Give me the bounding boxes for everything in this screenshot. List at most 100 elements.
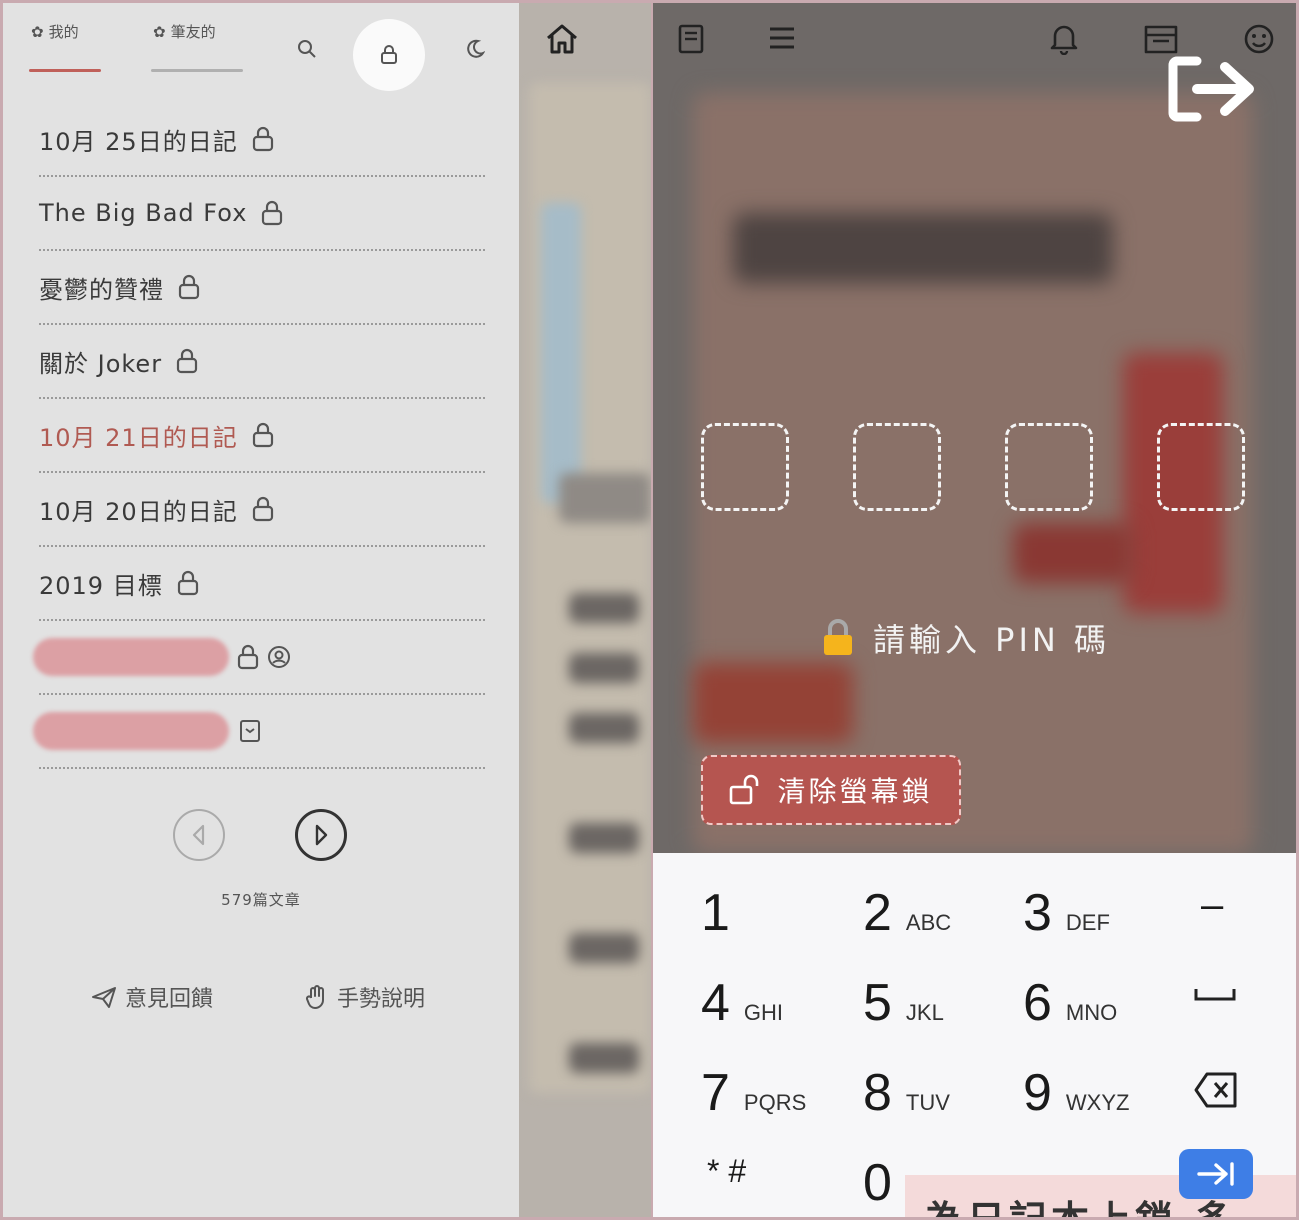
search-icon[interactable]: [297, 39, 317, 64]
tab-friends-label: 筆友的: [170, 23, 216, 41]
list-item[interactable]: 10月 20日的日記: [39, 473, 485, 547]
lock-icon: [252, 496, 273, 522]
lock-icon: [262, 200, 283, 226]
background-shape: [569, 1043, 639, 1073]
unlock-icon: [730, 774, 759, 805]
chevron-right-icon: [315, 824, 328, 846]
key-9[interactable]: 9 WXYZ: [1023, 1063, 1129, 1123]
moon-icon[interactable]: [465, 39, 486, 64]
key-letters: JKL: [905, 1000, 944, 1025]
enter-button[interactable]: [1179, 1149, 1253, 1199]
key-7[interactable]: 7 PQRS: [701, 1063, 806, 1123]
pin-lock-screen: 請輸入 PIN 碼 清除螢幕鎖 1 2 ABC 3 DEF – 4 GHI 5 JKL …: [653, 3, 1296, 1217]
tab-mine[interactable]: ✿ 我的: [31, 21, 79, 42]
pin-prompt-text: 請輸入 PIN 碼: [873, 621, 1111, 659]
diary-title: 關於 Joker: [39, 349, 163, 378]
home-icon[interactable]: [545, 23, 579, 55]
background-shape: [693, 663, 853, 743]
store-icon[interactable]: [1143, 23, 1179, 55]
key-8[interactable]: 8 TUV: [863, 1063, 950, 1123]
next-page-button[interactable]: [295, 809, 347, 861]
numeric-keypad: 1 2 ABC 3 DEF – 4 GHI 5 JKL 6 MNO 7 PQRS 8 TUV …: [653, 853, 1296, 1217]
lock-icon: [177, 570, 198, 596]
list-item[interactable]: 憂鬱的贊禮: [39, 251, 485, 325]
list-item[interactable]: 10月 25日的日記: [39, 103, 485, 177]
key-digit: 6: [1023, 974, 1052, 1032]
pagination: [3, 809, 519, 869]
gesture-help-link[interactable]: 手勢說明: [305, 981, 425, 1013]
diary-title: 憂鬱的贊禮: [39, 275, 164, 304]
background-shape: [1013, 523, 1133, 583]
key-digit: 7: [701, 1064, 730, 1122]
book-icon[interactable]: [677, 23, 705, 55]
list-item-active[interactable]: 10月 21日的日記: [39, 399, 485, 473]
list-item-redacted[interactable]: [33, 695, 485, 769]
pin-digit-box: [1005, 423, 1093, 511]
tab-arrow-icon: [1197, 1162, 1234, 1186]
key-digit: 0: [863, 1154, 892, 1212]
key-dash[interactable]: –: [1201, 883, 1223, 928]
screenshot-frame: ✿ 我的 ✿ 筆友的 10月 25日的日記 The Big Bad Fox 憂鬱…: [3, 3, 1296, 1217]
key-letters: ABC: [905, 910, 952, 935]
tab-friends[interactable]: ✿ 筆友的: [153, 21, 216, 42]
key-4[interactable]: 4 GHI: [701, 973, 783, 1033]
background-shape: [541, 203, 581, 503]
background-shape: [569, 593, 639, 623]
tab-friends-underline: [151, 69, 243, 72]
background-shape: [569, 823, 639, 853]
send-icon: [92, 987, 116, 1008]
key-space[interactable]: [1193, 985, 1237, 1005]
logout-icon[interactable]: [1167, 55, 1259, 123]
key-digit: 3: [1023, 884, 1052, 942]
lock-icon: [252, 422, 273, 448]
key-star-hash[interactable]: * #: [707, 1153, 746, 1190]
feedback-link[interactable]: 意見回饋: [91, 981, 213, 1013]
list-item[interactable]: The Big Bad Fox: [39, 177, 485, 251]
lock-icon: [237, 644, 259, 670]
list-item[interactable]: 2019 目標: [39, 547, 485, 621]
lock-filter-button[interactable]: [353, 19, 425, 91]
tab-mine-label: 我的: [48, 23, 79, 41]
clear-screen-lock-label: 清除螢幕鎖: [777, 775, 933, 808]
background-app-strip: [519, 3, 651, 1217]
note-icon: [240, 720, 260, 742]
background-shape: [569, 653, 639, 683]
diary-title: The Big Bad Fox: [39, 199, 248, 227]
diary-title: 2019 目標: [39, 571, 163, 600]
key-3[interactable]: 3 DEF: [1023, 883, 1110, 943]
background-shape: [733, 213, 1113, 283]
lock-icon: [381, 45, 397, 64]
clear-screen-lock-button[interactable]: 清除螢幕鎖: [701, 755, 961, 825]
key-backspace[interactable]: [1193, 1071, 1239, 1109]
key-digit: 2: [863, 884, 892, 942]
key-letters: WXYZ: [1065, 1090, 1130, 1115]
key-letters: GHI: [743, 1000, 784, 1025]
diary-sidebar: ✿ 我的 ✿ 筆友的 10月 25日的日記 The Big Bad Fox 憂鬱…: [3, 3, 519, 1217]
list-item[interactable]: 關於 Joker: [39, 325, 485, 399]
tab-mine-underline: [29, 69, 101, 72]
list-item-redacted[interactable]: [33, 621, 485, 695]
key-5[interactable]: 5 JKL: [863, 973, 944, 1033]
pin-digit-box: [1157, 423, 1245, 511]
key-6[interactable]: 6 MNO: [1023, 973, 1117, 1033]
redacted-title: [33, 712, 229, 750]
space-icon: [1194, 989, 1236, 1001]
background-shape: [559, 473, 651, 523]
diary-title: 10月 21日的日記: [39, 423, 238, 452]
prev-page-button[interactable]: [173, 809, 225, 861]
feedback-label: 意見回饋: [125, 987, 214, 1012]
key-digit: –: [1201, 883, 1224, 927]
diary-title: 10月 20日的日記: [39, 497, 238, 526]
redacted-title: [33, 638, 229, 676]
smiley-icon[interactable]: [1243, 23, 1275, 55]
key-2[interactable]: 2 ABC: [863, 883, 951, 943]
post-count: 579篇文章: [221, 891, 301, 909]
menu-icon[interactable]: [767, 23, 797, 53]
padlock-icon: [824, 619, 852, 655]
bell-icon[interactable]: [1049, 23, 1079, 55]
key-1[interactable]: 1: [701, 883, 744, 943]
key-digit: * #: [707, 1153, 747, 1189]
flower-icon: ✿: [153, 22, 166, 41]
key-digit: 9: [1023, 1064, 1052, 1122]
lock-icon: [252, 126, 273, 152]
